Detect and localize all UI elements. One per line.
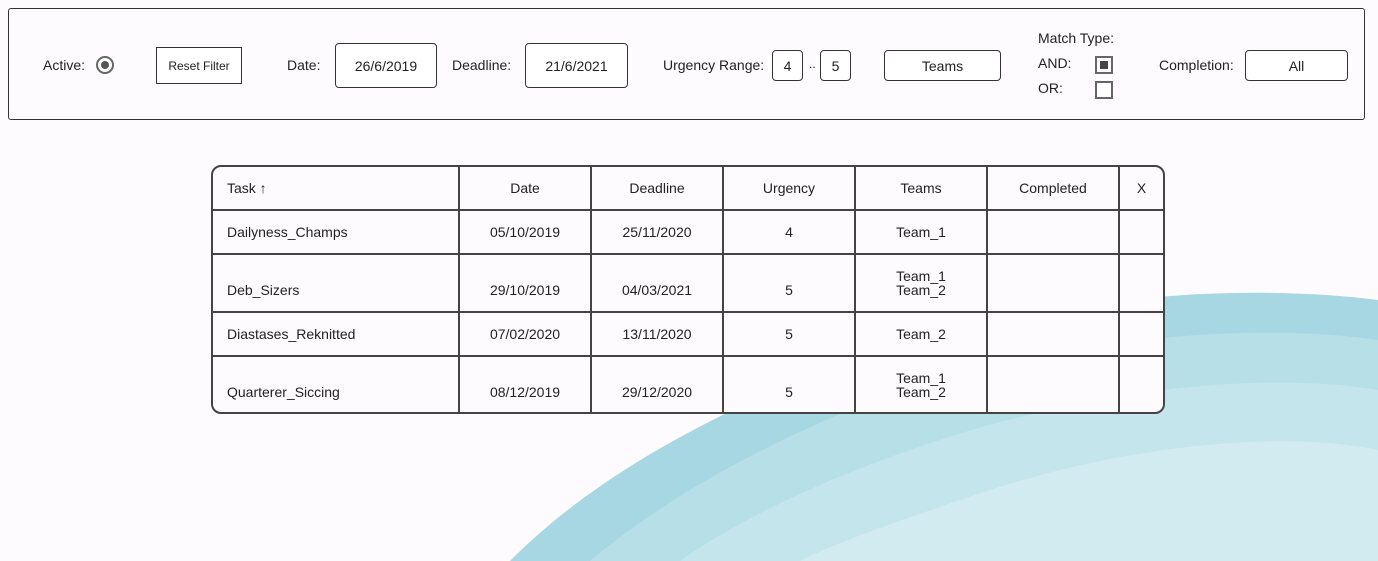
cell-urgency: 5 — [724, 313, 856, 355]
tasks-table: Task ↑ Date Deadline Urgency Teams Compl… — [211, 165, 1165, 414]
filter-bar: Active: Reset Filter Date: 26/6/2019 Dea… — [8, 8, 1365, 120]
urgency-max-input[interactable]: 5 — [820, 50, 851, 81]
table-row[interactable]: Diastases_Reknitted 07/02/2020 13/11/202… — [213, 313, 1163, 357]
cell-completed[interactable] — [988, 357, 1120, 412]
cell-teams: Team_1 — [856, 211, 988, 253]
deadline-label: Deadline: — [452, 57, 512, 73]
reset-filter-button[interactable]: Reset Filter — [156, 47, 242, 84]
cell-date: 08/12/2019 — [460, 357, 592, 412]
cell-task: Quarterer_Siccing — [213, 357, 460, 412]
cell-delete[interactable] — [1120, 313, 1163, 355]
date-label: Date: — [287, 57, 321, 73]
cell-deadline: 13/11/2020 — [592, 313, 724, 355]
cell-delete[interactable] — [1120, 255, 1163, 311]
cell-date: 07/02/2020 — [460, 313, 592, 355]
date-input[interactable]: 26/6/2019 — [335, 43, 437, 88]
header-urgency[interactable]: Urgency — [724, 167, 856, 209]
header-task[interactable]: Task ↑ — [213, 167, 460, 209]
cell-delete[interactable] — [1120, 211, 1163, 253]
header-completed[interactable]: Completed — [988, 167, 1120, 209]
header-date[interactable]: Date — [460, 167, 592, 209]
cell-urgency: 5 — [724, 255, 856, 311]
and-checkbox[interactable] — [1095, 56, 1113, 74]
cell-deadline: 25/11/2020 — [592, 211, 724, 253]
urgency-separator: .. — [809, 57, 816, 71]
header-deadline[interactable]: Deadline — [592, 167, 724, 209]
cell-deadline: 29/12/2020 — [592, 357, 724, 412]
cell-urgency: 5 — [724, 357, 856, 412]
cell-date: 29/10/2019 — [460, 255, 592, 311]
table-row[interactable]: Deb_Sizers 29/10/2019 04/03/2021 5 Team_… — [213, 255, 1163, 313]
cell-task: Deb_Sizers — [213, 255, 460, 311]
cell-teams: Team_1 Team_2 — [856, 357, 988, 412]
header-teams[interactable]: Teams — [856, 167, 988, 209]
active-radio[interactable] — [96, 56, 114, 74]
cell-date: 05/10/2019 — [460, 211, 592, 253]
table-row[interactable]: Quarterer_Siccing 08/12/2019 29/12/2020 … — [213, 357, 1163, 412]
cell-completed[interactable] — [988, 255, 1120, 311]
table-header-row: Task ↑ Date Deadline Urgency Teams Compl… — [213, 167, 1163, 211]
teams-dropdown[interactable]: Teams — [884, 50, 1001, 81]
active-label: Active: — [43, 57, 86, 73]
cell-completed[interactable] — [988, 211, 1120, 253]
and-label: AND: — [1038, 55, 1072, 71]
cell-task: Diastases_Reknitted — [213, 313, 460, 355]
deadline-input[interactable]: 21/6/2021 — [525, 43, 628, 88]
urgency-min-input[interactable]: 4 — [772, 50, 803, 81]
completion-dropdown[interactable]: All — [1245, 50, 1348, 81]
or-label: OR: — [1038, 80, 1063, 96]
cell-teams: Team_2 — [856, 313, 988, 355]
cell-delete[interactable] — [1120, 357, 1163, 412]
cell-completed[interactable] — [988, 313, 1120, 355]
urgency-range-label: Urgency Range: — [663, 57, 765, 73]
or-checkbox[interactable] — [1095, 81, 1113, 99]
cell-deadline: 04/03/2021 — [592, 255, 724, 311]
cell-teams: Team_1 Team_2 — [856, 255, 988, 311]
cell-task: Dailyness_Champs — [213, 211, 460, 253]
completion-label: Completion: — [1159, 57, 1234, 73]
header-x[interactable]: X — [1120, 167, 1163, 209]
match-type-label: Match Type: — [1038, 30, 1115, 46]
table-row[interactable]: Dailyness_Champs 05/10/2019 25/11/2020 4… — [213, 211, 1163, 255]
cell-urgency: 4 — [724, 211, 856, 253]
